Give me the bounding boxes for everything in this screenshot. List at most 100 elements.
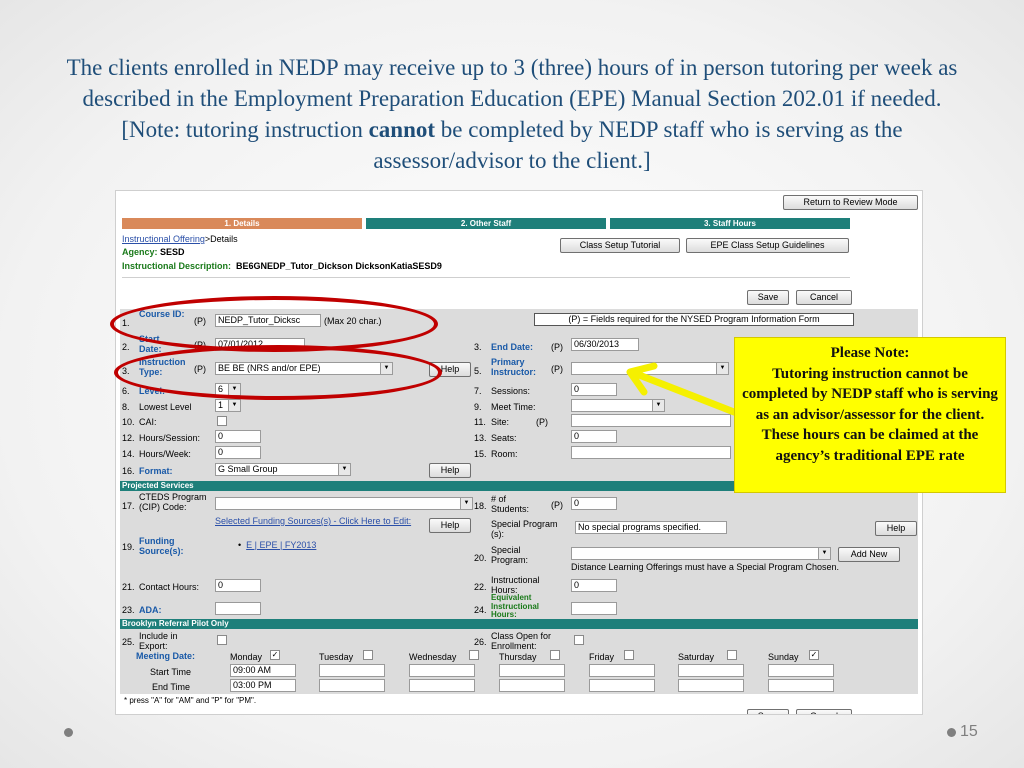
chevron-down-icon: ▼ (228, 400, 240, 411)
num-students-input[interactable]: 0 (571, 497, 617, 510)
breadcrumb: Instructional Offering>Details (122, 234, 238, 244)
include-export-label: Include in Export: (139, 631, 178, 651)
note-callout: Please Note: Tutoring instruction cannot… (734, 337, 1006, 493)
row-number: 15. (474, 449, 487, 459)
end-time-saturday[interactable] (678, 679, 744, 692)
end-time-sunday[interactable] (768, 679, 834, 692)
chevron-down-icon: ▼ (818, 548, 830, 559)
agency-row: Agency: SESD (122, 247, 185, 257)
seats-label: Seats: (491, 433, 517, 443)
highlight-oval-instruction-type (114, 345, 442, 400)
row-number: 7. (474, 386, 482, 396)
include-export-checkbox[interactable] (217, 635, 227, 645)
sessions-input[interactable]: 0 (571, 383, 617, 396)
room-input[interactable] (571, 446, 731, 459)
cai-label: CAI: (139, 417, 157, 427)
contact-hours-input[interactable]: 0 (215, 579, 261, 592)
class-setup-tutorial-button[interactable]: Class Setup Tutorial (560, 238, 680, 253)
hours-week-input[interactable]: 0 (215, 446, 261, 459)
am-pm-note: * press "A" for "AM" and "P" for "PM". (124, 696, 257, 705)
instructional-hours-label: Instructional Hours: (491, 575, 540, 595)
save-button[interactable]: Save (747, 290, 789, 305)
required-marker: (P) (551, 500, 563, 510)
row-number: 19. (122, 542, 135, 552)
row-number: 18. (474, 501, 487, 511)
ada-input[interactable] (215, 602, 261, 615)
end-time-monday[interactable]: 03:00 PM (230, 679, 296, 692)
funding-item: • E | EPE | FY2013 (238, 540, 317, 550)
brooklyn-band: Brooklyn Referral Pilot Only (120, 619, 918, 629)
day-tuesday: Tuesday (319, 652, 354, 662)
meet-time-label: Meet Time: (491, 402, 536, 412)
row-number: 2. (122, 342, 130, 352)
add-new-button[interactable]: Add New (838, 547, 900, 562)
save-button-bottom[interactable]: Save (747, 709, 789, 714)
end-time-thursday[interactable] (499, 679, 565, 692)
format-select[interactable]: G Small Group ▼ (215, 463, 351, 476)
special-programs-help-button[interactable]: Help (875, 521, 917, 536)
bullet-dot-icon (64, 728, 73, 737)
tuesday-checkbox[interactable] (363, 650, 373, 660)
end-time-tuesday[interactable] (319, 679, 385, 692)
wednesday-checkbox[interactable] (469, 650, 479, 660)
cancel-button-bottom[interactable]: Cancel (796, 709, 852, 714)
breadcrumb-link[interactable]: Instructional Offering (122, 234, 205, 244)
start-time-saturday[interactable] (678, 664, 744, 677)
epe-guidelines-button[interactable]: EPE Class Setup Guidelines (686, 238, 849, 253)
day-thursday: Thursday (499, 652, 537, 662)
row-number: 9. (474, 402, 482, 412)
cancel-button[interactable]: Cancel (796, 290, 852, 305)
equivalent-hours-input[interactable] (571, 602, 617, 615)
special-programs-value: No special programs specified. (575, 521, 727, 534)
special-program-select[interactable]: ▼ (571, 547, 831, 560)
format-label: Format: (139, 466, 173, 476)
format-help-button[interactable]: Help (429, 463, 471, 478)
row-number: 17. (122, 501, 135, 511)
end-time-wednesday[interactable] (409, 679, 475, 692)
monday-checkbox[interactable]: ✓ (270, 650, 280, 660)
ada-label: ADA: (139, 605, 162, 615)
return-to-review-button[interactable]: Return to Review Mode (783, 195, 918, 210)
cip-code-label: CTEDS Program (CIP) Code: (139, 492, 207, 512)
tab-other-staff[interactable]: 2. Other Staff (366, 218, 606, 229)
num-students-label: # of Students: (491, 494, 530, 514)
start-time-friday[interactable] (589, 664, 655, 677)
tab-details[interactable]: 1. Details (122, 218, 362, 229)
tab-staff-hours[interactable]: 3. Staff Hours (610, 218, 850, 229)
row-number: 20. (474, 553, 487, 563)
required-fields-note: (P) = Fields required for the NYSED Prog… (534, 313, 854, 326)
start-time-thursday[interactable] (499, 664, 565, 677)
day-saturday: Saturday (678, 652, 715, 662)
cip-code-select[interactable]: ▼ (215, 497, 473, 510)
row-number: 16. (122, 466, 135, 476)
primary-instructor-label: Primary Instructor: (491, 357, 536, 377)
cai-checkbox[interactable] (217, 416, 227, 426)
start-time-label: Start Time (150, 667, 192, 677)
instructional-hours-input[interactable]: 0 (571, 579, 617, 592)
day-wednesday: Wednesday (409, 652, 457, 662)
saturday-checkbox[interactable] (727, 650, 737, 660)
row-number: 5. (474, 366, 482, 376)
bullet-dot-icon (947, 728, 956, 737)
class-open-checkbox[interactable] (574, 635, 584, 645)
start-time-monday[interactable]: 09:00 AM (230, 664, 296, 677)
end-date-input[interactable]: 06/30/2013 (571, 338, 639, 351)
end-time-label: End Time (152, 682, 191, 692)
row-number: 14. (122, 449, 135, 459)
hours-session-input[interactable]: 0 (215, 430, 261, 443)
start-time-wednesday[interactable] (409, 664, 475, 677)
end-date-label: End Date: (491, 342, 534, 352)
description-row: Instructional Description: BE6GNEDP_Tuto… (122, 261, 442, 271)
start-time-tuesday[interactable] (319, 664, 385, 677)
end-time-friday[interactable] (589, 679, 655, 692)
day-friday: Friday (589, 652, 615, 662)
sunday-checkbox[interactable]: ✓ (809, 650, 819, 660)
friday-checkbox[interactable] (624, 650, 634, 660)
chevron-down-icon: ▼ (338, 464, 350, 475)
funding-sources-link[interactable]: Selected Funding Sources(s) - Click Here… (215, 516, 429, 526)
lowest-level-select[interactable]: 1 ▼ (215, 399, 241, 412)
seats-input[interactable]: 0 (571, 430, 617, 443)
thursday-checkbox[interactable] (550, 650, 560, 660)
funding-help-button[interactable]: Help (429, 518, 471, 533)
start-time-sunday[interactable] (768, 664, 834, 677)
